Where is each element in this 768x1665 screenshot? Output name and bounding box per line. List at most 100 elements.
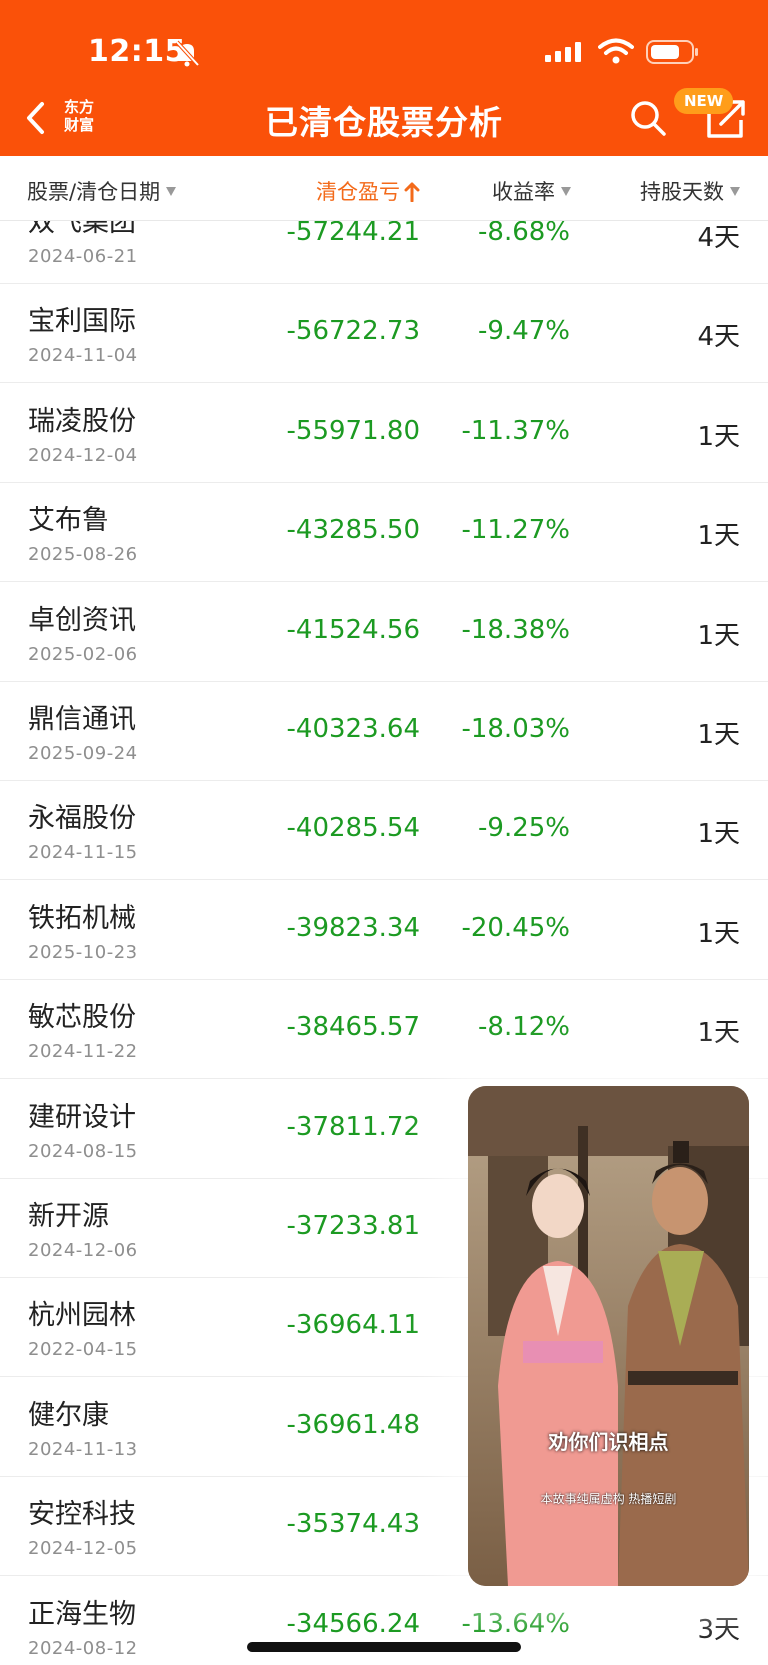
battery-icon [646,40,698,64]
stock-name: 卓创资讯 [28,604,136,636]
col-pnl-label: 清仓盈亏 [316,180,400,204]
stock-name: 建研设计 [28,1101,136,1133]
sort-up-arrow-icon [404,182,420,203]
clear-date: 2024-12-06 [28,1240,138,1261]
return-rate: -13.64% [461,1608,570,1639]
stock-name: 艾布鲁 [28,505,109,537]
holding-days: 1天 [697,1018,740,1049]
clear-date: 2025-10-23 [28,941,138,963]
return-rate: -8.68% [478,221,570,247]
clear-pnl: -37811.72 [286,1111,420,1142]
col-days[interactable]: 持股天数 [640,176,740,206]
clear-pnl: -57244.21 [286,221,420,247]
clear-pnl: -43285.50 [286,515,420,546]
stock-name: 杭州园林 [28,1300,136,1332]
clear-date: 2024-11-22 [28,1041,138,1063]
clear-date: 2024-11-15 [28,842,138,864]
stock-name: 安控科技 [28,1499,136,1531]
clear-date: 2025-08-26 [28,544,138,566]
clear-pnl: -55971.80 [286,415,420,446]
sort-triangle-icon [730,186,740,196]
stock-name: 敏芯股份 [28,1002,136,1034]
nav-bar: 东方 财富 已清仓股票分析 NEW [0,88,768,150]
table-row[interactable]: 双飞集团 2024-06-21 -57244.21 -8.68% 4天 [0,221,768,284]
video-disclaimer: 本故事纯属虚构 热播短剧 [540,1492,677,1506]
clear-date: 2025-02-06 [28,643,138,665]
holding-days: 1天 [697,421,740,452]
stock-name: 宝利国际 [28,306,136,338]
clear-date: 2022-04-15 [28,1339,138,1361]
return-rate: -20.45% [461,912,570,943]
clear-date: 2024-12-05 [28,1538,138,1560]
cellular-signal-icon [545,42,581,62]
clear-pnl: -40285.54 [286,813,420,844]
col-stock-date[interactable]: 股票/清仓日期 [27,176,177,206]
holding-days: 1天 [697,918,740,949]
stock-name: 新开源 [28,1201,109,1232]
return-rate: -18.38% [461,614,570,645]
column-header: 股票/清仓日期 清仓盈亏 收益率 持股天数 [0,156,768,221]
video-frame [468,1086,749,1586]
return-rate: -18.03% [461,714,570,744]
col-days-label: 持股天数 [640,180,724,204]
table-row[interactable]: 卓创资讯 2025-02-06 -41524.56 -18.38% 1天 [0,582,768,682]
table-row[interactable]: 宝利国际 2024-11-04 -56722.73 -9.47% 4天 [0,283,768,384]
table-row[interactable]: 铁拓机械 2025-10-23 -39823.34 -20.45% 1天 [0,880,768,980]
stock-name: 鼎信通讯 [28,704,136,735]
holding-days: 4天 [697,322,740,353]
return-rate: -9.25% [478,813,570,844]
video-pip-overlay[interactable]: 劝你们识相点 本故事纯属虚构 热播短剧 [468,1086,749,1586]
return-rate: -8.12% [478,1012,570,1043]
clear-pnl: -38465.57 [286,1012,420,1043]
bell-muted-icon [175,40,200,67]
clear-date: 2024-06-21 [28,246,138,267]
stock-name: 正海生物 [28,1598,136,1630]
clear-date: 2024-11-04 [28,345,138,367]
status-bar: 12:15 [0,34,768,74]
clear-pnl: -56722.73 [286,316,420,347]
holding-days: 1天 [697,521,740,552]
col-rate[interactable]: 收益率 [492,176,571,206]
return-rate: -11.27% [461,515,570,546]
clear-pnl: -36961.48 [286,1409,420,1440]
clear-pnl: -39823.34 [286,912,420,943]
holding-days: 3天 [697,1614,740,1645]
return-rate: -9.47% [478,316,570,347]
return-rate: -11.37% [461,415,570,446]
stock-name: 健尔康 [28,1399,109,1431]
table-row[interactable]: 艾布鲁 2025-08-26 -43285.50 -11.27% 1天 [0,482,768,583]
clear-pnl: -35374.43 [286,1509,420,1540]
app-header: 12:15 东方 财富 已清仓股票分析 NEW [0,0,768,156]
search-icon[interactable] [628,98,668,138]
holding-days: 1天 [697,819,740,850]
holding-days: 1天 [697,720,740,750]
clear-date: 2024-08-12 [28,1637,138,1659]
clear-date: 2024-08-15 [28,1140,138,1162]
clear-pnl: -36964.11 [286,1310,420,1341]
sort-triangle-icon [561,186,571,196]
home-indicator[interactable] [247,1642,521,1652]
stock-name: 双飞集团 [28,221,136,238]
clear-pnl: -41524.56 [286,614,420,645]
clear-pnl: -37233.81 [286,1211,420,1241]
col-pnl[interactable]: 清仓盈亏 [316,176,420,206]
video-subtitle: 劝你们识相点 [548,1430,669,1454]
clear-date: 2024-12-04 [28,444,138,466]
table-row[interactable]: 敏芯股份 2024-11-22 -38465.57 -8.12% 1天 [0,979,768,1080]
col-rate-label: 收益率 [492,180,555,204]
holding-days: 4天 [697,223,740,253]
clear-pnl: -40323.64 [286,714,420,744]
holding-days: 1天 [697,620,740,651]
wifi-icon [598,38,634,64]
col-stock-date-label: 股票/清仓日期 [27,180,161,204]
new-badge: NEW [674,88,734,114]
sort-triangle-icon [166,186,177,196]
table-row[interactable]: 鼎信通讯 2025-09-24 -40323.64 -18.03% 1天 [0,681,768,781]
stock-name: 铁拓机械 [28,902,136,934]
stock-name: 瑞凌股份 [28,405,136,437]
table-row[interactable]: 瑞凌股份 2024-12-04 -55971.80 -11.37% 1天 [0,383,768,483]
clear-date: 2024-11-13 [28,1438,138,1460]
clear-pnl: -34566.24 [286,1608,420,1639]
table-row[interactable]: 永福股份 2024-11-15 -40285.54 -9.25% 1天 [0,780,768,881]
stock-name: 永福股份 [28,803,136,835]
